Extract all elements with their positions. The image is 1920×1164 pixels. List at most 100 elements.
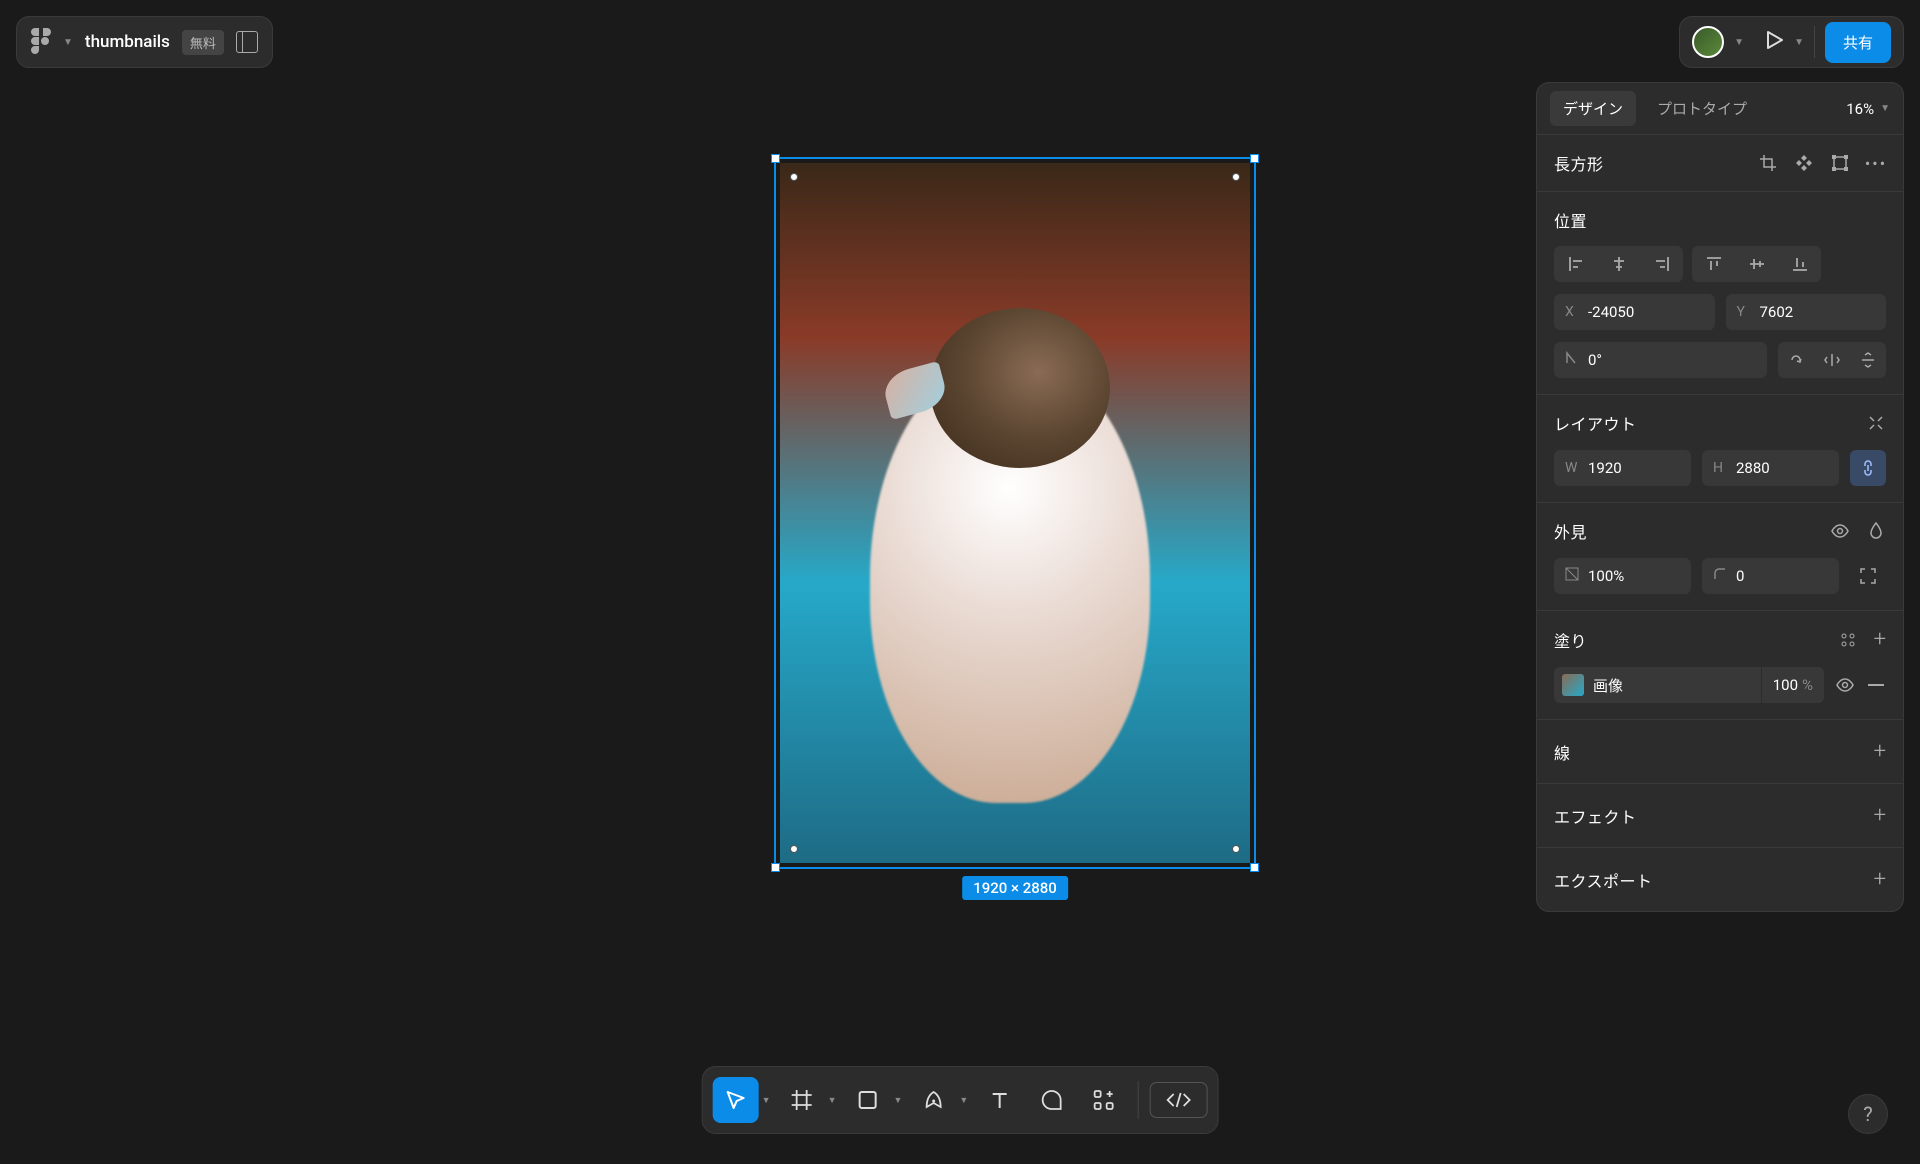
present-icon[interactable] bbox=[1764, 30, 1784, 55]
tab-prototype[interactable]: プロトタイプ bbox=[1644, 91, 1760, 126]
opacity-field[interactable] bbox=[1554, 558, 1691, 594]
flip-vertical-icon[interactable] bbox=[1850, 342, 1886, 378]
fill-type-label: 画像 bbox=[1593, 675, 1761, 696]
x-label: X bbox=[1565, 304, 1579, 320]
dev-mode-button[interactable] bbox=[1149, 1082, 1207, 1118]
resize-handle-br[interactable] bbox=[1250, 863, 1259, 872]
comment-tool-icon[interactable] bbox=[1028, 1077, 1074, 1123]
constrain-proportions-icon[interactable] bbox=[1850, 450, 1886, 486]
effect-section: エフェクト + bbox=[1537, 783, 1903, 847]
crop-icon[interactable] bbox=[1758, 153, 1778, 173]
y-position-field[interactable]: Y bbox=[1726, 294, 1887, 330]
actions-tool-icon[interactable] bbox=[1080, 1077, 1126, 1123]
dimensions-label: 1920 × 2880 bbox=[962, 876, 1068, 900]
chevron-down-icon[interactable]: ▼ bbox=[894, 1095, 903, 1106]
fill-opacity-value[interactable]: 100 bbox=[1773, 676, 1798, 694]
fill-entry[interactable]: 画像 100 % bbox=[1554, 667, 1824, 703]
opacity-input[interactable] bbox=[1588, 567, 1680, 585]
resize-handle-bl[interactable] bbox=[771, 863, 780, 872]
add-export-icon[interactable]: + bbox=[1874, 867, 1886, 892]
x-input[interactable] bbox=[1588, 303, 1704, 321]
corner-input[interactable] bbox=[1736, 567, 1828, 585]
individual-corners-icon[interactable] bbox=[1850, 558, 1886, 594]
frame-tool-icon[interactable] bbox=[779, 1077, 825, 1123]
align-left-icon[interactable] bbox=[1554, 246, 1597, 282]
fill-visibility-icon[interactable] bbox=[1835, 675, 1855, 695]
chevron-down-icon[interactable]: ▼ bbox=[959, 1095, 968, 1106]
text-tool-icon[interactable] bbox=[976, 1077, 1022, 1123]
resize-handle-tl[interactable] bbox=[771, 154, 780, 163]
add-stroke-icon[interactable]: + bbox=[1874, 739, 1886, 764]
export-title: エクスポート bbox=[1554, 868, 1653, 892]
align-vertical-group bbox=[1692, 246, 1821, 282]
styles-icon[interactable] bbox=[1838, 630, 1858, 650]
move-tool-icon[interactable] bbox=[713, 1077, 759, 1123]
corner-radius-br[interactable] bbox=[1232, 845, 1240, 853]
corner-radius-bl[interactable] bbox=[790, 845, 798, 853]
add-effect-icon[interactable]: + bbox=[1874, 803, 1886, 828]
chevron-down-icon[interactable]: ▼ bbox=[1794, 37, 1804, 48]
align-right-icon[interactable] bbox=[1640, 246, 1683, 282]
share-button[interactable]: 共有 bbox=[1825, 22, 1891, 63]
y-label: Y bbox=[1737, 304, 1751, 320]
zoom-control[interactable]: 16% ▼ bbox=[1846, 100, 1890, 118]
align-bottom-icon[interactable] bbox=[1778, 246, 1821, 282]
appearance-section: 外見 bbox=[1537, 502, 1903, 610]
align-hcenter-icon[interactable] bbox=[1597, 246, 1640, 282]
width-field[interactable]: W bbox=[1554, 450, 1691, 486]
rectangle-tool-icon[interactable] bbox=[845, 1077, 891, 1123]
effect-title: エフェクト bbox=[1554, 804, 1637, 828]
autolayout-collapse-icon[interactable] bbox=[1866, 413, 1886, 433]
remove-fill-icon[interactable] bbox=[1866, 675, 1886, 695]
corner-radius-tl[interactable] bbox=[790, 173, 798, 181]
corner-radius-icon bbox=[1713, 567, 1727, 585]
align-top-icon[interactable] bbox=[1692, 246, 1735, 282]
opacity-icon bbox=[1565, 567, 1579, 585]
x-position-field[interactable]: X bbox=[1554, 294, 1715, 330]
panel-tabs: デザイン プロトタイプ 16% ▼ bbox=[1537, 83, 1903, 134]
zoom-value: 16% bbox=[1846, 100, 1874, 118]
rotation-input[interactable] bbox=[1588, 351, 1756, 369]
w-label: W bbox=[1565, 460, 1579, 476]
height-input[interactable] bbox=[1736, 459, 1828, 477]
appearance-title: 外見 bbox=[1554, 519, 1587, 543]
tab-design[interactable]: デザイン bbox=[1550, 91, 1636, 126]
layout-title: レイアウト bbox=[1554, 411, 1637, 435]
selected-rectangle[interactable]: 1920 × 2880 bbox=[774, 157, 1256, 869]
canvas[interactable]: 1920 × 2880 bbox=[0, 0, 1552, 1164]
fill-swatch-icon[interactable] bbox=[1562, 674, 1584, 696]
layer-type-section: 長方形 ••• bbox=[1537, 134, 1903, 191]
properties-panel: デザイン プロトタイプ 16% ▼ 長方形 ••• 位置 bbox=[1536, 82, 1904, 912]
height-field[interactable]: H bbox=[1702, 450, 1839, 486]
resize-handle-tr[interactable] bbox=[1250, 154, 1259, 163]
fill-section: 塗り + 画像 100 % bbox=[1537, 610, 1903, 719]
bottom-toolbar: ▼ ▼ ▼ ▼ bbox=[702, 1066, 1219, 1134]
chevron-down-icon[interactable]: ▼ bbox=[828, 1095, 837, 1106]
user-avatar[interactable] bbox=[1692, 26, 1724, 58]
component-icon[interactable] bbox=[1794, 153, 1814, 173]
position-section: 位置 X Y bbox=[1537, 191, 1903, 394]
help-button[interactable]: ? bbox=[1848, 1094, 1888, 1134]
blend-mode-icon[interactable] bbox=[1866, 521, 1886, 541]
chevron-down-icon[interactable]: ▼ bbox=[1734, 37, 1744, 48]
y-input[interactable] bbox=[1760, 303, 1876, 321]
corner-radius-tr[interactable] bbox=[1232, 173, 1240, 181]
add-fill-icon[interactable]: + bbox=[1874, 627, 1886, 652]
frame-selection-icon[interactable] bbox=[1830, 153, 1850, 173]
chevron-down-icon[interactable]: ▼ bbox=[762, 1095, 771, 1106]
pen-tool-icon[interactable] bbox=[910, 1077, 956, 1123]
align-vcenter-icon[interactable] bbox=[1735, 246, 1778, 282]
flip-horizontal-icon[interactable] bbox=[1814, 342, 1850, 378]
export-section: エクスポート + bbox=[1537, 847, 1903, 911]
more-icon[interactable]: ••• bbox=[1866, 153, 1886, 173]
chevron-down-icon: ▼ bbox=[1880, 103, 1890, 114]
h-label: H bbox=[1713, 460, 1727, 476]
layout-section: レイアウト W H bbox=[1537, 394, 1903, 502]
corner-radius-field[interactable] bbox=[1702, 558, 1839, 594]
rotation-field[interactable] bbox=[1554, 342, 1767, 378]
rotate-90-icon[interactable] bbox=[1778, 342, 1814, 378]
visibility-icon[interactable] bbox=[1830, 521, 1850, 541]
top-right-toolbar: ▼ ▼ 共有 bbox=[1679, 16, 1904, 68]
stroke-section: 線 + bbox=[1537, 719, 1903, 783]
width-input[interactable] bbox=[1588, 459, 1680, 477]
